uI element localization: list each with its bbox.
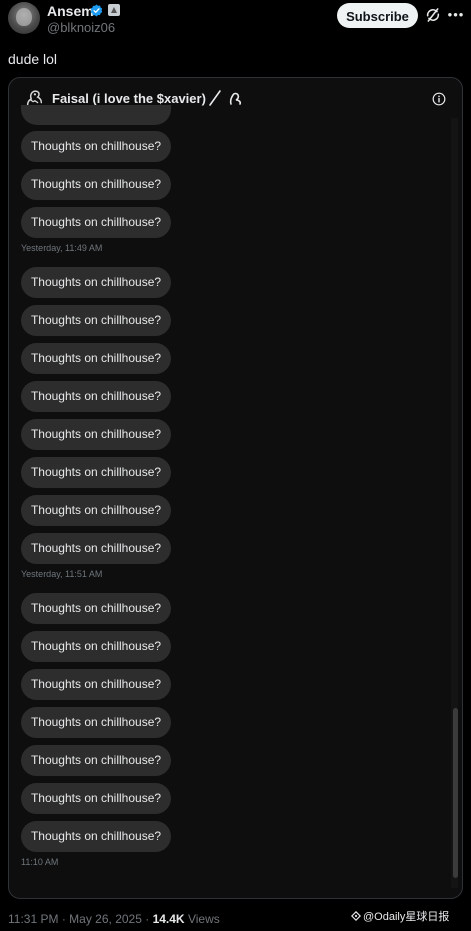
post-date[interactable]: May 26, 2025: [69, 912, 142, 926]
more-options-icon[interactable]: •••: [447, 6, 465, 24]
affiliate-badge-icon: [108, 4, 120, 16]
watermark-text: @Odaily星球日报: [363, 911, 450, 923]
message-bubble-partial: [21, 105, 171, 125]
message-bubble[interactable]: Thoughts on chillhouse?: [21, 669, 171, 700]
message-bubble[interactable]: Thoughts on chillhouse?: [21, 305, 171, 336]
views-count: 14.4K: [152, 912, 185, 926]
message-bubble[interactable]: Thoughts on chillhouse?: [21, 631, 171, 662]
message-bubble[interactable]: Thoughts on chillhouse?: [21, 207, 171, 238]
message-bubble[interactable]: Thoughts on chillhouse?: [21, 267, 171, 298]
message-bubble[interactable]: Thoughts on chillhouse?: [21, 381, 171, 412]
message-bubble[interactable]: Thoughts on chillhouse?: [21, 745, 171, 776]
avatar[interactable]: [8, 2, 40, 34]
tweet-text: dude lol: [8, 51, 58, 67]
message-bubble[interactable]: Thoughts on chillhouse?: [21, 821, 171, 852]
attached-image[interactable]: Faisal (i love the $xavier) Thoughts on …: [8, 77, 463, 899]
views-label: Views: [187, 912, 220, 926]
author-name[interactable]: Ansem: [47, 3, 94, 19]
scrollbar-thumb[interactable]: [453, 708, 458, 878]
message-bubble[interactable]: Thoughts on chillhouse?: [21, 707, 171, 738]
message-timestamp: Yesterday, 11:51 AM: [21, 569, 103, 579]
message-bubble[interactable]: Thoughts on chillhouse?: [21, 131, 171, 162]
meta-separator: ·: [61, 912, 66, 926]
message-bubble[interactable]: Thoughts on chillhouse?: [21, 593, 171, 624]
message-bubble[interactable]: Thoughts on chillhouse?: [21, 419, 171, 450]
odaily-logo-icon: [351, 911, 361, 921]
post-header: Ansem @blknoiz06 Subscribe •••: [0, 0, 471, 40]
message-bubble[interactable]: Thoughts on chillhouse?: [21, 495, 171, 526]
author-handle[interactable]: @blknoiz06: [47, 20, 115, 35]
subscribe-button[interactable]: Subscribe: [337, 3, 418, 28]
verified-badge-icon: [90, 4, 103, 17]
message-bubble[interactable]: Thoughts on chillhouse?: [21, 533, 171, 564]
grok-icon[interactable]: [425, 7, 441, 23]
message-bubble[interactable]: Thoughts on chillhouse?: [21, 343, 171, 374]
message-bubble[interactable]: Thoughts on chillhouse?: [21, 457, 171, 488]
watermark: @Odaily星球日报: [351, 908, 449, 924]
message-bubble[interactable]: Thoughts on chillhouse?: [21, 169, 171, 200]
post-meta: 11:31 PM · May 26, 2025 · 14.4K Views: [8, 912, 220, 926]
message-list: Thoughts on chillhouse? Thoughts on chill…: [9, 78, 449, 898]
post-time[interactable]: 11:31 PM: [8, 912, 58, 926]
message-timestamp: Yesterday, 11:49 AM: [21, 243, 103, 253]
message-bubble[interactable]: Thoughts on chillhouse?: [21, 783, 171, 814]
message-timestamp: 11:10 AM: [21, 857, 59, 867]
meta-separator: ·: [145, 912, 150, 926]
